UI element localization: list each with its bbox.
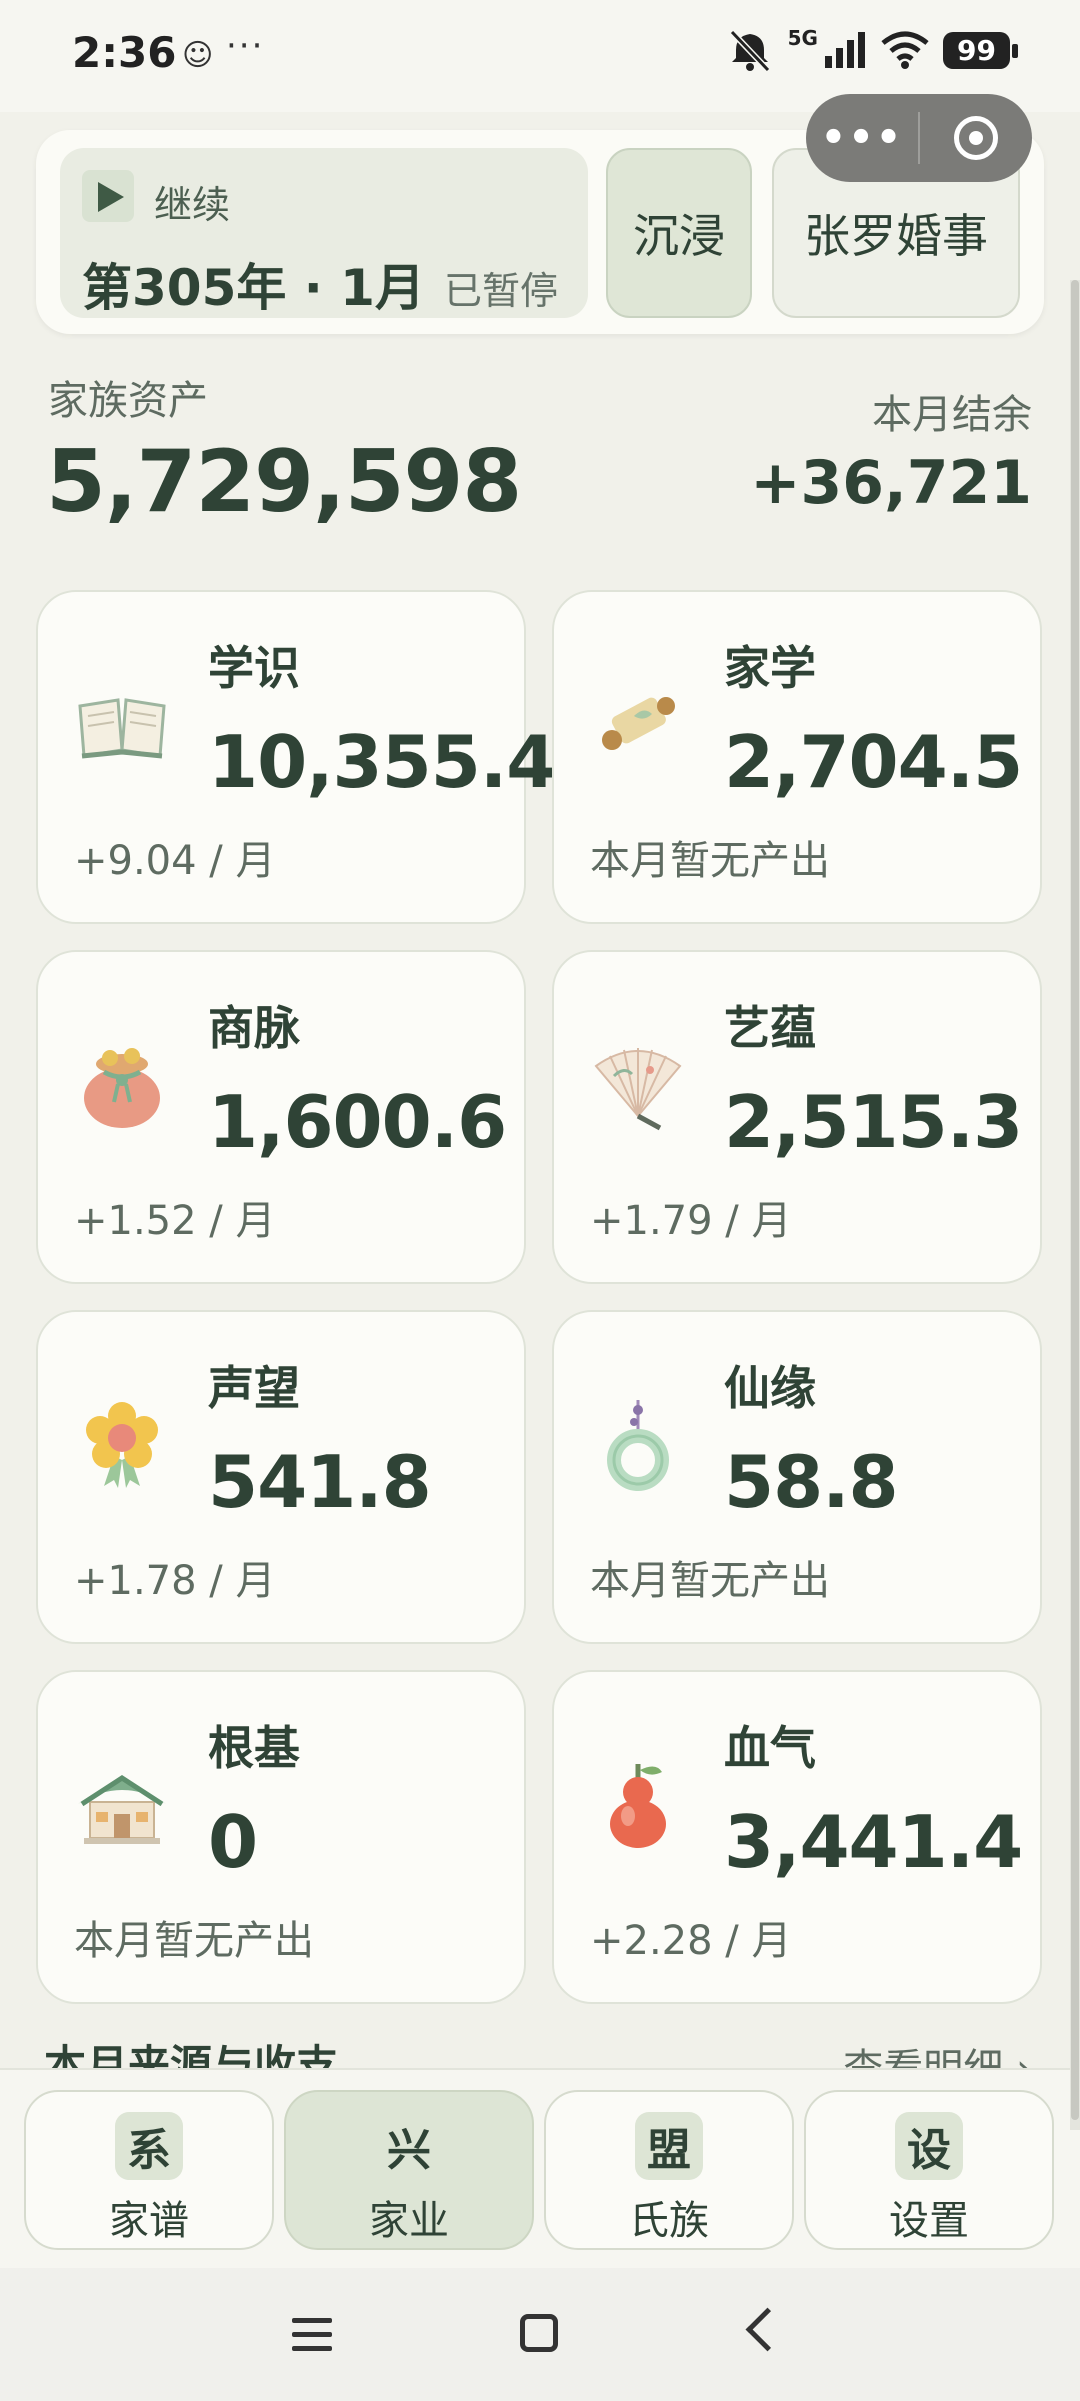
monthly-balance-label: 本月结余 (872, 392, 1032, 438)
bottom-tab-bar: 系 家谱 兴 家业 盟 氏族 设 设置 (0, 2068, 1080, 2270)
stat-card-foundation[interactable]: 根基 0 本月暂无产出 (36, 1670, 526, 2004)
tab-label: 氏族 (629, 2198, 709, 2244)
stat-rate: +9.04 / 月 (74, 838, 276, 884)
stat-value: 541.8 (208, 1440, 432, 1524)
stat-rate: +1.79 / 月 (590, 1198, 792, 1244)
stat-rate: 本月暂无产出 (74, 1918, 314, 1964)
network-type: 5G (787, 25, 818, 50)
stat-name: 学识 (208, 641, 300, 695)
flower-medal-icon (86, 1402, 158, 1488)
status-dots: ··· (226, 26, 265, 66)
scroll-icon (602, 697, 675, 750)
stat-card-arts[interactable]: 艺蕴 2,515.3 +1.79 / 月 (552, 950, 1042, 1284)
stat-value: 2,515.3 (724, 1080, 1023, 1164)
back-icon[interactable] (745, 2307, 790, 2352)
stat-name: 仙缘 (724, 1361, 816, 1415)
money-pouch-icon (84, 1048, 160, 1128)
stat-card-knowledge[interactable]: 学识 10,355.4 +9.04 / 月 (36, 590, 556, 924)
status-time: 2:36 (72, 28, 177, 77)
status-icons: 5G 99 (726, 26, 1018, 72)
stat-card-family-learning[interactable]: 家学 2,704.5 本月暂无产出 (552, 590, 1042, 924)
stat-value: 1,600.6 (208, 1080, 507, 1164)
resume-button[interactable]: 继续 第305年 · 1月 已暂停 (60, 148, 588, 318)
tab-glyph: 设 (895, 2112, 963, 2180)
house-icon (78, 1775, 166, 1844)
stat-card-reputation[interactable]: 声望 541.8 +1.78 / 月 (36, 1310, 526, 1644)
stat-card-immortal-affinity[interactable]: 仙缘 58.8 本月暂无产出 (552, 1310, 1042, 1644)
tab-label: 设置 (889, 2198, 969, 2244)
stat-name: 商脉 (208, 1001, 300, 1055)
play-icon (82, 170, 134, 222)
jade-pendant-icon (607, 1400, 669, 1491)
stat-value: 10,355.4 (208, 720, 556, 804)
system-nav-bar (0, 2268, 1080, 2401)
wifi-icon (881, 31, 929, 69)
stat-rate: 本月暂无产出 (590, 1558, 830, 1604)
tab-glyph: 盟 (635, 2112, 703, 2180)
game-date: 第305年 · 1月 (82, 259, 425, 317)
folding-fan-icon (594, 1048, 682, 1131)
menu-icon[interactable] (292, 2318, 332, 2360)
stat-value: 3,441.4 (724, 1800, 1023, 1884)
stat-rate: +1.78 / 月 (74, 1558, 276, 1604)
tab-clan[interactable]: 盟 氏族 (544, 2090, 794, 2250)
tab-label: 家业 (369, 2198, 449, 2244)
stat-value: 2,704.5 (724, 720, 1023, 804)
battery-icon: 99 (943, 31, 1018, 69)
stat-name: 血气 (724, 1721, 816, 1775)
monthly-balance-value: +36,721 (750, 448, 1032, 518)
mini-program-capsule: ••• (806, 94, 1032, 182)
stat-rate: 本月暂无产出 (590, 838, 830, 884)
tab-family-business[interactable]: 兴 家业 (284, 2090, 534, 2250)
stat-card-vitality[interactable]: 血气 3,441.4 +2.28 / 月 (552, 1670, 1042, 2004)
book-icon (78, 698, 166, 759)
stat-rate: +1.52 / 月 (74, 1198, 276, 1244)
stat-name: 艺蕴 (724, 1001, 816, 1055)
stat-value: 0 (208, 1800, 258, 1884)
family-assets-value: 5,729,598 (46, 432, 522, 532)
stat-value: 58.8 (724, 1440, 899, 1524)
stat-rate: +2.28 / 月 (590, 1918, 792, 1964)
tab-glyph: 系 (115, 2112, 183, 2180)
immerse-button[interactable]: 沉浸 (606, 148, 752, 318)
stat-card-commerce[interactable]: 商脉 1,600.6 +1.52 / 月 (36, 950, 526, 1284)
stat-name: 家学 (724, 641, 816, 695)
tab-genealogy[interactable]: 系 家谱 (24, 2090, 274, 2250)
family-assets-label: 家族资产 (48, 378, 208, 424)
close-target-icon[interactable] (920, 116, 1032, 160)
tab-label: 家谱 (109, 2198, 189, 2244)
signal-icon: 5G (788, 26, 867, 68)
tab-settings[interactable]: 设 设置 (804, 2090, 1054, 2250)
resume-label: 继续 (154, 183, 231, 227)
stat-name: 根基 (208, 1721, 300, 1775)
pause-status: 已暂停 (444, 269, 559, 313)
home-icon[interactable] (520, 2314, 558, 2352)
gourd-icon (610, 1764, 666, 1848)
stat-name: 声望 (208, 1361, 300, 1415)
tab-glyph: 兴 (387, 2125, 431, 2176)
mute-icon (729, 29, 770, 72)
ghost-icon: ☺ (182, 38, 214, 73)
scrollbar-thumb[interactable] (1071, 280, 1079, 2120)
more-dots-icon[interactable]: ••• (806, 115, 918, 161)
